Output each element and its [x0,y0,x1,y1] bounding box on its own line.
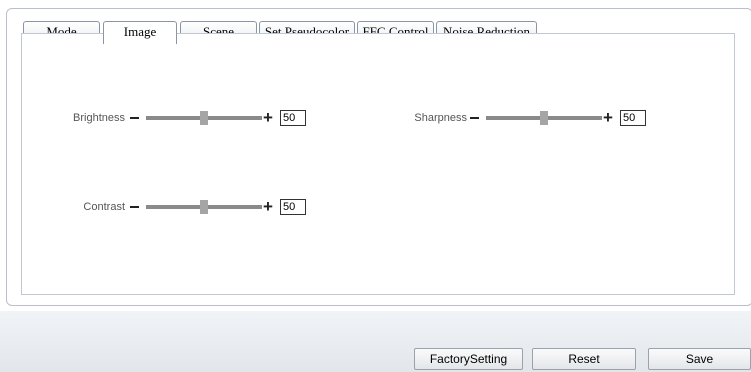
contrast-increase-button[interactable]: + [263,197,273,217]
brightness-value-input[interactable] [280,110,306,126]
save-button[interactable]: Save [648,348,751,370]
sharpness-slider-row: Sharpness + [362,108,652,128]
sharpness-increase-button[interactable]: + [603,108,613,128]
brightness-slider-thumb[interactable] [200,111,208,125]
brightness-label: Brightness [73,112,125,124]
brightness-increase-button[interactable]: + [263,108,273,128]
sharpness-value-input[interactable] [620,110,646,126]
contrast-decrease-button[interactable] [130,206,139,208]
contrast-label: Contrast [83,201,125,213]
contrast-slider-thumb[interactable] [200,200,208,214]
factory-setting-button[interactable]: FactorySetting [414,348,523,370]
contrast-slider-row: Contrast + [22,197,312,217]
brightness-slider-row: Brightness + [22,108,312,128]
tab-image[interactable]: Image [103,21,177,44]
bottom-toolbar [0,311,751,372]
sharpness-slider-track[interactable] [486,111,602,125]
sharpness-slider-thumb[interactable] [540,111,548,125]
image-settings-area: Brightness + Sharpness + Contrast + [21,33,735,295]
sharpness-decrease-button[interactable] [470,117,479,119]
brightness-decrease-button[interactable] [130,117,139,119]
reset-button[interactable]: Reset [532,348,636,370]
brightness-slider-track[interactable] [146,111,262,125]
sharpness-label: Sharpness [414,112,467,124]
contrast-slider-track[interactable] [146,200,262,214]
contrast-value-input[interactable] [280,199,306,215]
